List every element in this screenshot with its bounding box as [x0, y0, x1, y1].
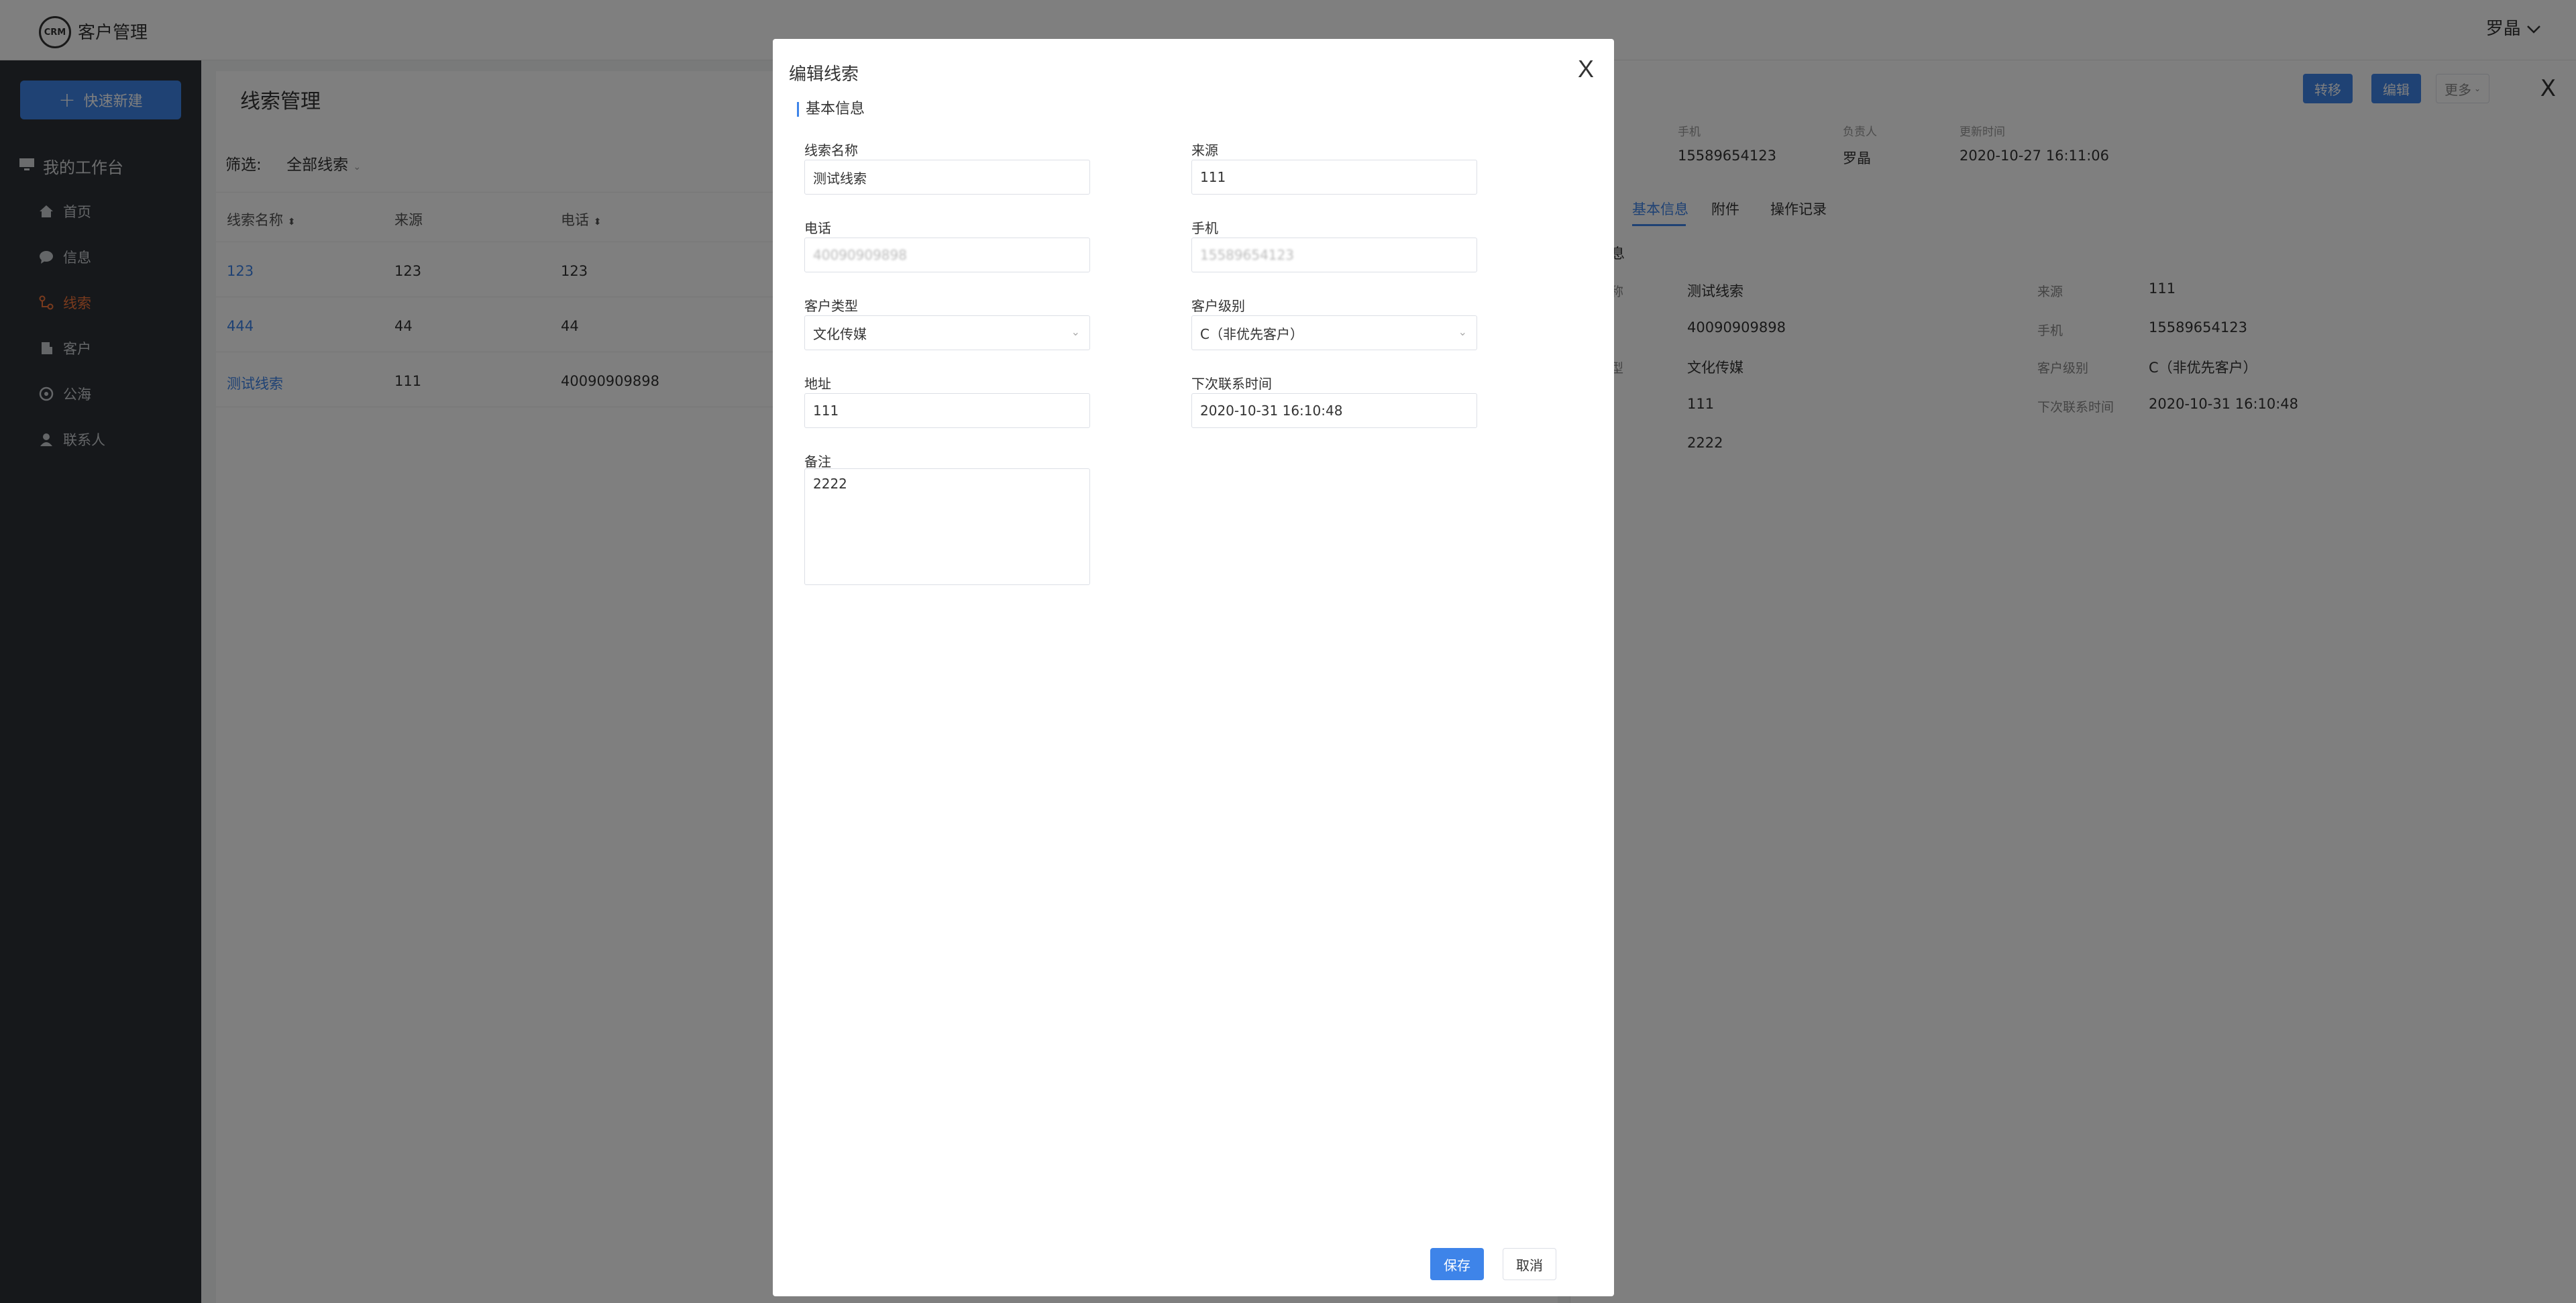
input-value: 111 [813, 403, 839, 419]
field-label: 客户类型 [804, 298, 858, 314]
field-label: 手机 [1191, 220, 1218, 236]
cancel-button[interactable]: 取消 [1503, 1248, 1556, 1280]
field-label: 备注 [804, 454, 831, 470]
input-value: 2020-10-31 16:10:48 [1200, 403, 1343, 419]
next-contact-datetime-input[interactable]: 2020-10-31 16:10:48 [1191, 393, 1477, 428]
source-input[interactable]: 111 [1191, 160, 1477, 195]
close-icon[interactable]: X [1578, 55, 1594, 83]
customer-level-select[interactable]: C（非优先客户） ⌄ [1191, 315, 1477, 350]
remark-textarea[interactable]: 2222 [804, 468, 1090, 585]
textarea-value: 2222 [813, 476, 847, 492]
field-label: 下次联系时间 [1191, 376, 1272, 392]
lead-name-input[interactable]: 测试线索 [804, 160, 1090, 195]
field-label: 客户级别 [1191, 298, 1245, 314]
input-value: 40090909898 [813, 247, 907, 263]
field-label: 线索名称 [804, 142, 858, 158]
field-label: 地址 [804, 376, 831, 392]
select-value: C（非优先客户） [1200, 325, 1303, 342]
dialog-title: 编辑线索 [789, 64, 859, 85]
select-value: 文化传媒 [813, 325, 867, 342]
address-input[interactable]: 111 [804, 393, 1090, 428]
edit-lead-dialog: 编辑线索 X 基本信息 线索名称 测试线索 来源 111 电话 40090909… [773, 39, 1614, 1296]
save-button[interactable]: 保存 [1430, 1248, 1484, 1280]
phone-input[interactable]: 40090909898 [804, 238, 1090, 272]
customer-type-select[interactable]: 文化传媒 ⌄ [804, 315, 1090, 350]
section-title: 基本信息 [797, 102, 865, 117]
input-value: 测试线索 [813, 170, 867, 187]
input-value: 111 [1200, 169, 1226, 185]
chevron-down-icon: ⌄ [1458, 325, 1467, 338]
mobile-input[interactable]: 15589654123 [1191, 238, 1477, 272]
chevron-down-icon: ⌄ [1071, 325, 1080, 338]
field-label: 来源 [1191, 142, 1218, 158]
field-label: 电话 [804, 220, 831, 236]
input-value: 15589654123 [1200, 247, 1294, 263]
